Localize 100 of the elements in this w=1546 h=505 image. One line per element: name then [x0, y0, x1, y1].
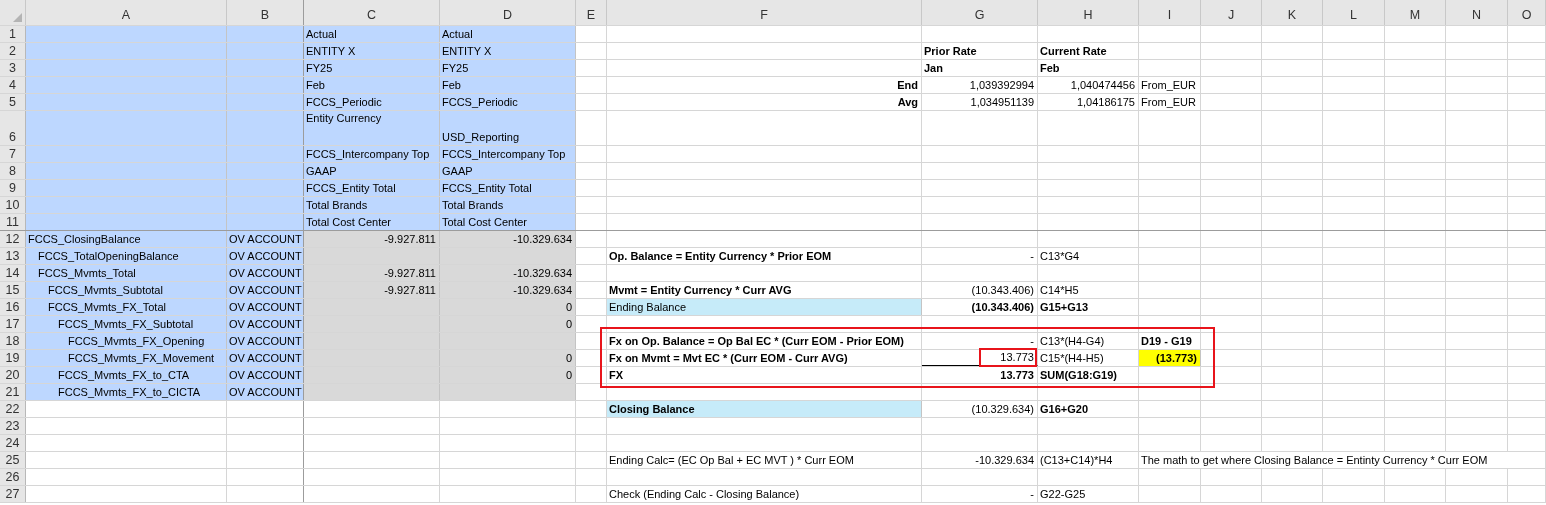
- table-cell: OV ACCOUNT: [227, 367, 304, 383]
- row-header[interactable]: 1: [0, 26, 26, 42]
- row-header[interactable]: 16: [0, 299, 26, 315]
- table-cell: OV ACCOUNT: [227, 248, 304, 264]
- row-header[interactable]: 4: [0, 77, 26, 93]
- table-cell: FCCS_Periodic: [440, 94, 576, 110]
- column-header[interactable]: E: [576, 0, 607, 25]
- column-header[interactable]: L: [1323, 0, 1385, 25]
- table-cell: -9.927.811: [304, 231, 440, 247]
- table-cell: FCCS_Mvmts_FX_Total: [26, 299, 227, 315]
- row-header[interactable]: 11: [0, 214, 26, 230]
- row-header[interactable]: 9: [0, 180, 26, 196]
- table-cell: (C13+C14)*H4: [1038, 452, 1139, 468]
- table-cell: Ending Balance: [607, 299, 922, 315]
- table-cell: Actual: [304, 26, 440, 42]
- row-header[interactable]: 18: [0, 333, 26, 349]
- table-cell: OV ACCOUNT: [227, 299, 304, 315]
- column-header[interactable]: B: [227, 0, 304, 25]
- row-header[interactable]: 25: [0, 452, 26, 468]
- table-cell: OV ACCOUNT: [227, 384, 304, 400]
- table-cell: Mvmt = Entity Currency * Curr AVG: [607, 282, 922, 298]
- table-cell: GAAP: [304, 163, 440, 179]
- table-cell: -9.927.811: [304, 282, 440, 298]
- table-cell: OV ACCOUNT: [227, 231, 304, 247]
- row-header[interactable]: 7: [0, 146, 26, 162]
- table-cell: Total Cost Center: [304, 214, 440, 230]
- column-header[interactable]: K: [1262, 0, 1323, 25]
- row-header[interactable]: 21: [0, 384, 26, 400]
- table-cell: FCCS_TotalOpeningBalance: [26, 248, 227, 264]
- table-cell: Ending Calc= (EC Op Bal + EC MVT ) * Curr EOM: [607, 452, 922, 468]
- row-header[interactable]: 23: [0, 418, 26, 434]
- table-cell: Actual: [440, 26, 576, 42]
- table-cell: Entity Currency: [304, 111, 440, 145]
- table-cell: -: [922, 486, 1038, 502]
- row-header[interactable]: 5: [0, 94, 26, 110]
- column-header[interactable]: I: [1139, 0, 1201, 25]
- row-header[interactable]: 13: [0, 248, 26, 264]
- row-header[interactable]: 6: [0, 111, 26, 145]
- table-cell: Jan: [922, 60, 1038, 76]
- row-header[interactable]: 15: [0, 282, 26, 298]
- row-header[interactable]: 17: [0, 316, 26, 332]
- table-cell: Feb: [1038, 60, 1139, 76]
- table-cell: (10.343.406): [922, 299, 1038, 315]
- table-cell: C14*H5: [1038, 282, 1139, 298]
- table-cell: FCCS_Entity Total: [304, 180, 440, 196]
- table-cell: Avg: [607, 94, 922, 110]
- row-header[interactable]: 8: [0, 163, 26, 179]
- table-cell: Total Brands: [304, 197, 440, 213]
- table-cell: -10.329.634: [440, 282, 576, 298]
- table-cell: GAAP: [440, 163, 576, 179]
- table-cell: FCCS_Periodic: [304, 94, 440, 110]
- table-cell: -10.329.634: [922, 452, 1038, 468]
- row-header[interactable]: 3: [0, 60, 26, 76]
- row-header[interactable]: 24: [0, 435, 26, 451]
- row-header[interactable]: 26: [0, 469, 26, 485]
- row-header[interactable]: 2: [0, 43, 26, 59]
- column-header[interactable]: C: [304, 0, 440, 25]
- table-cell: C13*(H4-G4): [1038, 333, 1139, 349]
- table-cell: FCCS_ClosingBalance: [26, 231, 227, 247]
- row-header[interactable]: 12: [0, 231, 26, 247]
- table-cell: ENTITY X: [440, 43, 576, 59]
- column-header[interactable]: O: [1508, 0, 1546, 25]
- table-cell: End: [607, 77, 922, 93]
- table-cell: G16+G20: [1038, 401, 1139, 417]
- row-header[interactable]: 22: [0, 401, 26, 417]
- table-cell: Feb: [304, 77, 440, 93]
- table-cell: (13.773): [1139, 350, 1201, 366]
- table-cell: -: [922, 248, 1038, 264]
- column-header[interactable]: J: [1201, 0, 1262, 25]
- table-cell: Check (Ending Calc - Closing Balance): [607, 486, 922, 502]
- table-cell: 0: [440, 350, 576, 366]
- table-cell: OV ACCOUNT: [227, 282, 304, 298]
- column-header[interactable]: M: [1385, 0, 1446, 25]
- table-cell: FCCS_Entity Total: [440, 180, 576, 196]
- row-header[interactable]: 27: [0, 486, 26, 502]
- table-cell: The math to get where Closing Balance = Entinty Currency * Curr EOM: [1139, 452, 1546, 468]
- table-cell: FCCS_Mvmts_Total: [26, 265, 227, 281]
- table-cell: FCCS_Mvmts_FX_to_CICTA: [26, 384, 227, 400]
- column-header[interactable]: D: [440, 0, 576, 25]
- table-cell: 1,039392994: [922, 77, 1038, 93]
- table-cell: Current Rate: [1038, 43, 1139, 59]
- table-cell: -10.329.634: [440, 265, 576, 281]
- row-header[interactable]: 19: [0, 350, 26, 366]
- table-cell: From_EUR: [1139, 94, 1201, 110]
- row-header[interactable]: 20: [0, 367, 26, 383]
- column-header[interactable]: A: [26, 0, 227, 25]
- row-header[interactable]: 10: [0, 197, 26, 213]
- table-cell: C15*(H4-H5): [1038, 350, 1139, 366]
- column-header[interactable]: N: [1446, 0, 1508, 25]
- table-cell: Fx on Mvmt = Mvt EC * (Curr EOM - Curr AVG): [607, 350, 922, 366]
- table-cell: 1,034951139: [922, 94, 1038, 110]
- table-cell: 1,04186175: [1038, 94, 1139, 110]
- table-cell: 0: [440, 316, 576, 332]
- table-cell: USD_Reporting: [440, 111, 576, 145]
- row-header[interactable]: 14: [0, 265, 26, 281]
- column-header[interactable]: F: [607, 0, 922, 25]
- column-header[interactable]: G: [922, 0, 1038, 25]
- select-all-icon[interactable]: [13, 13, 22, 22]
- column-header[interactable]: H: [1038, 0, 1139, 25]
- table-cell: FCCS_Intercompany Top: [304, 146, 440, 162]
